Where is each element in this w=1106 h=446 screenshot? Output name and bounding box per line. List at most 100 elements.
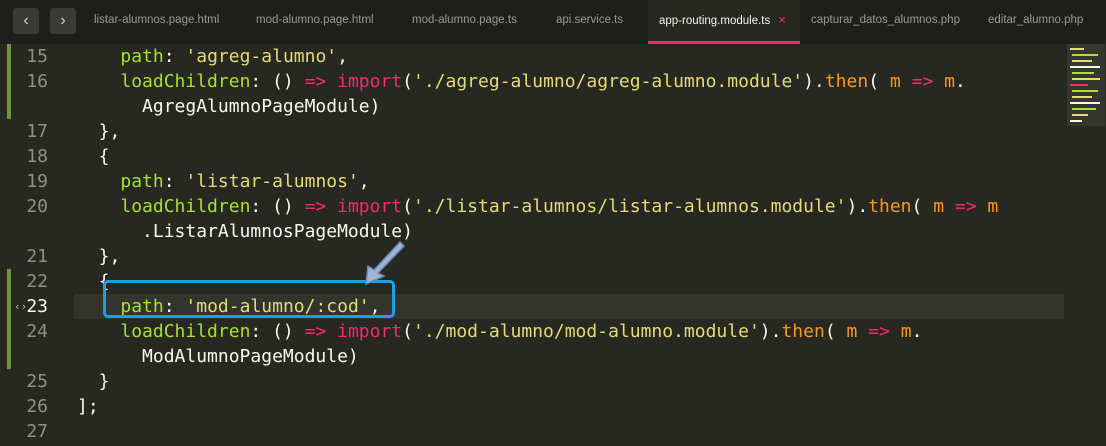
code-token: :: [163, 46, 186, 67]
code-token: : (): [250, 321, 305, 342]
chevron-right-icon: ›: [60, 12, 66, 29]
code-line: loadChildren: () => import('./agreg-alum…: [77, 69, 965, 94]
code-token: =>: [304, 321, 327, 342]
code-line: ModAlumnoPageModule): [77, 344, 359, 369]
line-number: 17: [26, 121, 48, 142]
code-line: ];: [77, 394, 99, 419]
code-token: path: [120, 46, 164, 67]
code-token: .: [911, 321, 923, 342]
close-icon[interactable]: ×: [778, 12, 786, 27]
code-area[interactable]: path: 'agreg-alumno', loadChildren: () =…: [74, 44, 1064, 446]
code-token: m: [900, 321, 912, 342]
tab-api-service-ts[interactable]: api.service.ts: [556, 0, 623, 44]
tab-editar-alumno-php[interactable]: editar_alumno.php: [988, 0, 1083, 44]
line-number: 23: [26, 296, 48, 317]
tab-listar-alumnos-page-html[interactable]: listar-alumnos.page.html: [94, 0, 219, 44]
code-token: loadChildren: [120, 71, 251, 92]
code-token: then: [781, 321, 825, 342]
highlight-box: [103, 280, 395, 318]
code-token: './mod-alumno/mod-alumno.module': [413, 321, 760, 342]
tab-label: editar_alumno.php: [988, 14, 1084, 26]
code-token: =>: [868, 321, 890, 342]
code-token: (: [911, 196, 934, 217]
line-number: 18: [26, 146, 48, 167]
code-token: import: [337, 196, 403, 217]
tab-label: listar-alumnos.page.html: [94, 14, 220, 26]
tab-label: mod-alumno.page.html: [256, 14, 374, 26]
code-token: (: [402, 71, 413, 92]
code-token: 'agreg-alumno': [185, 46, 338, 67]
editor-window: ‹ › listar-alumnos.page.html mod-alumno.…: [0, 0, 1106, 446]
code-token: AgregAlumnoPageModule): [77, 96, 381, 117]
code-token: m: [987, 196, 999, 217]
code-token: 'listar-alumnos': [185, 171, 359, 192]
code-token: then: [824, 71, 869, 92]
back-button[interactable]: ‹: [13, 8, 39, 34]
code-token: m: [846, 321, 858, 342]
code-token: import: [337, 321, 403, 342]
code-token: :: [163, 171, 186, 192]
code-token: './listar-alumnos/listar-alumnos.module': [413, 196, 847, 217]
code-line: },: [77, 119, 121, 144]
code-line: loadChildren: () => import('./listar-alu…: [77, 194, 998, 219]
line-number: 22: [26, 271, 48, 292]
tab-label: capturar_datos_alumnos.php: [811, 14, 960, 26]
code-token: ModAlumnoPageModule): [77, 346, 359, 367]
code-token: m: [889, 71, 901, 92]
code-token: (: [868, 71, 890, 92]
code-token: =>: [911, 71, 934, 92]
line-number: 26: [26, 396, 48, 417]
code-line: loadChildren: () => import('./mod-alumno…: [77, 319, 922, 344]
code-line: path: 'agreg-alumno',: [77, 44, 348, 69]
code-token: }: [77, 371, 110, 392]
code-token: {: [77, 146, 110, 167]
code-token: : (): [250, 71, 305, 92]
tab-label: mod-alumno.page.ts: [412, 14, 517, 26]
tab-label: api.service.ts: [556, 14, 624, 26]
code-token: ];: [77, 396, 99, 417]
code-token: path: [120, 171, 164, 192]
forward-button[interactable]: ›: [50, 8, 76, 34]
line-number: 20: [26, 196, 48, 217]
line-number: 25: [26, 371, 48, 392]
code-token: (: [824, 321, 847, 342]
code-line: AgregAlumnoPageModule): [77, 94, 380, 119]
code-line: },: [77, 244, 121, 269]
tab-mod-alumno-page-html[interactable]: mod-alumno.page.html: [256, 0, 374, 44]
tab-mod-alumno-page-ts[interactable]: mod-alumno.page.ts: [412, 0, 517, 44]
tab-capturar-datos-alumnos-php[interactable]: capturar_datos_alumnos.php: [811, 0, 960, 44]
code-token: then: [868, 196, 912, 217]
code-token: loadChildren: [120, 196, 251, 217]
code-token: import: [337, 71, 403, 92]
tab-app-routing-module-ts[interactable]: app-routing.module.ts ×: [648, 0, 800, 44]
line-number: 15: [26, 46, 48, 67]
code-token: ,: [337, 46, 348, 67]
code-line: {: [77, 144, 110, 169]
code-token: ).: [803, 71, 825, 92]
line-number: 27: [26, 421, 48, 442]
code-token: : (): [250, 196, 305, 217]
code-token: m: [933, 196, 945, 217]
annotation-arrow-icon: [365, 240, 406, 286]
code-token: =>: [304, 71, 327, 92]
line-number: 21: [26, 246, 48, 267]
minimap[interactable]: [1066, 44, 1106, 446]
code-token: ).: [846, 196, 869, 217]
chevron-left-icon: ‹: [23, 12, 29, 29]
line-number: 24: [26, 321, 48, 342]
code-line: path: 'listar-alumnos',: [77, 169, 369, 194]
code-token: },: [77, 246, 121, 267]
